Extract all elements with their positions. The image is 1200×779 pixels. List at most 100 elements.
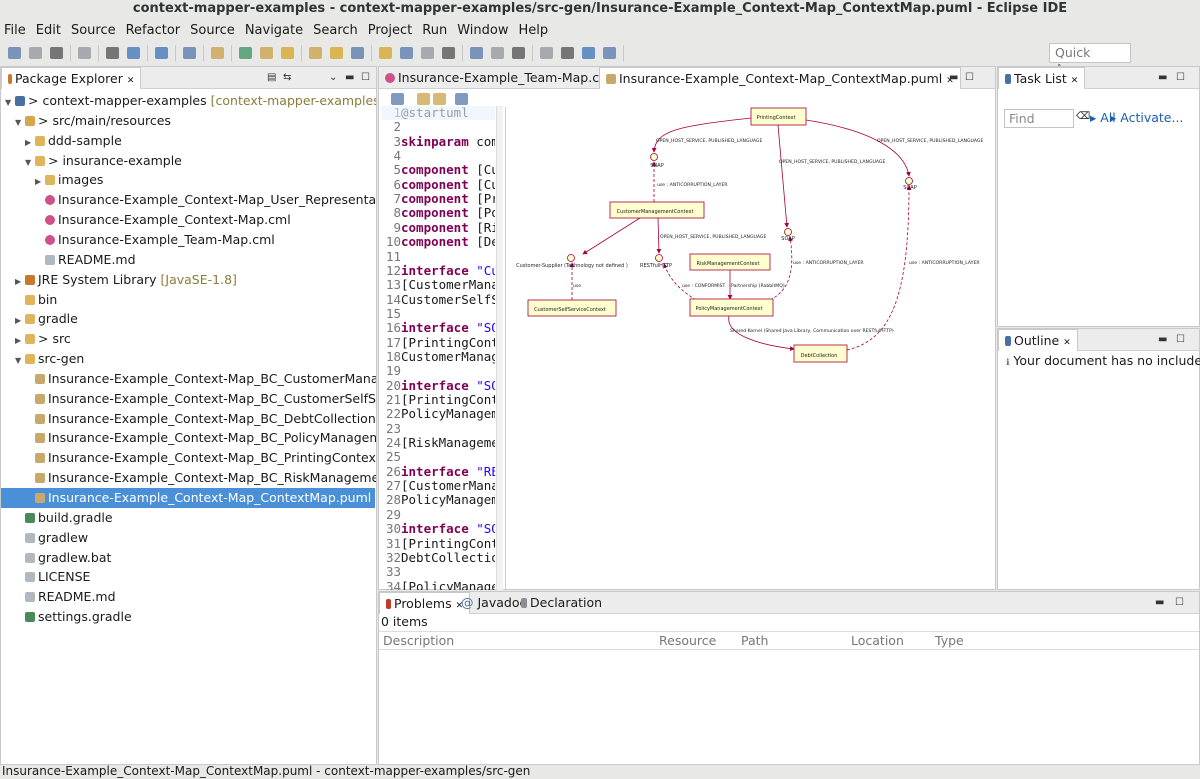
toolbar-button-icon[interactable]	[379, 47, 392, 59]
toolbar-button-icon[interactable]	[582, 47, 595, 59]
toolbar-button-icon[interactable]	[29, 47, 42, 59]
tree-item[interactable]: ▶ images	[1, 170, 103, 190]
tree-item[interactable]: settings.gradle	[1, 607, 132, 627]
toolbar-button-icon[interactable]	[351, 47, 364, 59]
task-find-input[interactable]: Find	[1004, 109, 1074, 128]
tab-context-map-puml[interactable]: Insurance-Example_Context-Map_ContextMap…	[599, 67, 961, 89]
tree-item[interactable]: Insurance-Example_Team-Map.cml	[1, 230, 275, 250]
tab-declaration[interactable]: Declaration	[515, 592, 608, 614]
editor-scrollbar[interactable]	[496, 106, 503, 590]
tree-item[interactable]: gradlew.bat	[1, 548, 111, 568]
menu-edit[interactable]: Edit	[32, 20, 67, 41]
menu-window[interactable]: Window	[453, 20, 514, 41]
column-type[interactable]: Type	[935, 632, 964, 650]
toolbar-button-icon[interactable]	[491, 47, 504, 59]
toolbar-button-icon[interactable]	[400, 47, 413, 59]
toolbar-button-icon[interactable]	[78, 47, 91, 59]
minimize-icon[interactable]: ▬	[345, 72, 354, 83]
menu-search[interactable]: Search	[309, 20, 364, 41]
toolbar-button-icon[interactable]	[540, 47, 553, 59]
minimize-icon[interactable]: ▬	[949, 72, 958, 83]
tree-item[interactable]: ▼ > insurance-example	[1, 151, 182, 171]
tab-package-explorer[interactable]: Package Explorer ✕	[1, 67, 142, 89]
toolbar-button-icon[interactable]	[561, 47, 574, 59]
minimize-icon[interactable]: ▬	[1158, 334, 1167, 345]
tree-item[interactable]: README.md	[1, 250, 136, 270]
tree-item[interactable]: Insurance-Example_Context-Map.cml	[1, 210, 291, 230]
toolbar-button-icon[interactable]	[260, 47, 273, 59]
menu-run[interactable]: Run	[418, 20, 453, 41]
toggle-icon[interactable]	[391, 93, 404, 105]
refresh-icon[interactable]	[455, 93, 468, 105]
toolbar-button-icon[interactable]	[309, 47, 322, 59]
toolbar-button-icon[interactable]	[421, 47, 434, 59]
close-icon[interactable]: ✕	[1063, 338, 1071, 348]
tree-item[interactable]: build.gradle	[1, 508, 113, 528]
tree-item[interactable]: ▶ > src	[1, 329, 71, 349]
tree-item[interactable]: Insurance-Example_Context-Map_BC_Printin…	[1, 448, 376, 468]
toolbar-button-icon[interactable]	[512, 47, 525, 59]
clear-icon[interactable]: ⌫	[1076, 111, 1090, 122]
prev-annotation-icon[interactable]	[417, 93, 430, 105]
tree-item[interactable]: Insurance-Example_Context-Map_BC_Custome…	[1, 389, 376, 409]
close-icon[interactable]: ✕	[1071, 76, 1079, 86]
view-menu-icon[interactable]: ⌄	[329, 72, 337, 83]
minimize-icon[interactable]: ▬	[1158, 72, 1167, 83]
menu-project[interactable]: Project	[364, 20, 418, 41]
toolbar-button-icon[interactable]	[603, 47, 616, 59]
link-editor-icon[interactable]: ⇆	[283, 72, 291, 83]
minimize-icon[interactable]: ▬	[1155, 597, 1164, 608]
column-description[interactable]: Description	[383, 632, 454, 650]
tree-item[interactable]: README.md	[1, 587, 116, 607]
column-resource[interactable]: Resource	[659, 632, 716, 650]
column-location[interactable]: Location	[851, 632, 904, 650]
tree-item[interactable]: ▶ JRE System Library [JavaSE-1.8]	[1, 270, 237, 290]
tab-outline[interactable]: Outline ✕	[998, 329, 1078, 351]
tree-item[interactable]: bin	[1, 290, 57, 310]
toolbar-button-icon[interactable]	[470, 47, 483, 59]
column-path[interactable]: Path	[741, 632, 768, 650]
tree-item[interactable]: ▼ > src/main/resources	[1, 111, 171, 131]
toolbar-button-icon[interactable]	[106, 47, 119, 59]
toolbar-button-icon[interactable]	[442, 47, 455, 59]
tree-item[interactable]: Insurance-Example_Context-Map_BC_RiskMan…	[1, 468, 376, 488]
maximize-icon[interactable]: ☐	[1176, 334, 1185, 345]
quick-access-input[interactable]: Quick Access	[1049, 43, 1131, 76]
tree-item[interactable]: ▶ gradle	[1, 309, 78, 329]
maximize-icon[interactable]: ☐	[361, 72, 370, 83]
maximize-icon[interactable]: ☐	[1176, 72, 1185, 83]
tree-item[interactable]: LICENSE	[1, 567, 90, 587]
menu-source[interactable]: Source	[186, 20, 241, 41]
tab-task-list[interactable]: Task List ✕	[998, 67, 1086, 89]
next-annotation-icon[interactable]	[433, 93, 446, 105]
tree-item[interactable]: ▼ src-gen	[1, 349, 84, 369]
tree-item[interactable]: ▼ > context-mapper-examples [context-mapp…	[1, 91, 376, 111]
tree-item[interactable]: Insurance-Example_Context-Map_ContextMap…	[1, 488, 375, 508]
maximize-icon[interactable]: ☐	[1175, 597, 1184, 608]
toolbar-button-icon[interactable]	[330, 47, 343, 59]
toolbar-button-icon[interactable]	[8, 47, 21, 59]
toolbar-button-icon[interactable]	[211, 47, 224, 59]
close-icon[interactable]: ✕	[127, 76, 135, 86]
tree-item[interactable]: ▶ ddd-sample	[1, 131, 122, 151]
menu-source[interactable]: Source	[67, 20, 122, 41]
activate-link[interactable]: ▸ Activate...	[1110, 110, 1183, 125]
toolbar-button-icon[interactable]	[127, 47, 140, 59]
menu-help[interactable]: Help	[514, 20, 554, 41]
collapse-all-icon[interactable]: ▤	[267, 72, 276, 83]
toolbar-button-icon[interactable]	[281, 47, 294, 59]
menu-file[interactable]: File	[0, 20, 32, 41]
tree-item[interactable]: Insurance-Example_Context-Map_BC_DebtCol…	[1, 409, 376, 429]
toolbar-button-icon[interactable]	[183, 47, 196, 59]
code-editor[interactable]: 1@startuml23skinparam com45component [Cu…	[381, 106, 495, 590]
toolbar-button-icon[interactable]	[50, 47, 63, 59]
tree-item[interactable]: gradlew	[1, 528, 88, 548]
maximize-icon[interactable]: ☐	[965, 72, 974, 83]
toolbar-button-icon[interactable]	[155, 47, 168, 59]
tree-item[interactable]: Insurance-Example_Context-Map_BC_Custome…	[1, 369, 376, 389]
tree-item[interactable]: Insurance-Example_Context-Map_BC_PolicyM…	[1, 428, 376, 448]
tree-item[interactable]: Insurance-Example_Context-Map_User_Repre…	[1, 190, 376, 210]
menu-navigate[interactable]: Navigate	[241, 20, 309, 41]
menu-refactor[interactable]: Refactor	[122, 20, 187, 41]
tab-team-map[interactable]: Insurance-Example_Team-Map.cml	[379, 67, 621, 89]
